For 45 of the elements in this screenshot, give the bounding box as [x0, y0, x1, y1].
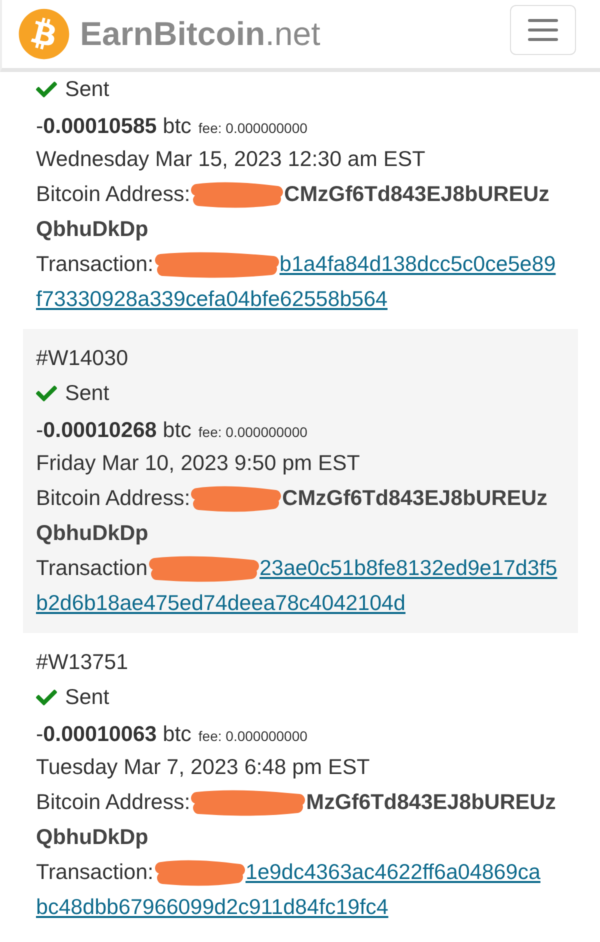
address-value: QbhuDkDp	[36, 824, 148, 851]
transaction-link[interactable]: b2d6b18ae475ed74deea78c4042104d	[36, 586, 406, 621]
scribble-icon	[154, 250, 280, 278]
scribble-icon	[190, 484, 282, 512]
amount-text: -0.00010585 btc	[36, 113, 192, 140]
transaction-link[interactable]: f73330928a339cefa04bfe62558b564	[36, 282, 388, 317]
withdrawal-id: #W14030	[36, 345, 128, 372]
fee-text: fee: 0.000000000	[198, 119, 308, 138]
menu-button[interactable]	[510, 5, 576, 55]
menu-icon	[528, 19, 558, 41]
address-value: MzGf6Td843EJ8bUREUz	[306, 789, 556, 816]
coin-logo-icon	[18, 8, 70, 60]
date-text: Friday Mar 10, 2023 9:50 pm EST	[36, 450, 360, 477]
transaction-link[interactable]: b1a4fa84d138dcc5c0ce5e89	[280, 247, 556, 282]
scribble-icon	[190, 788, 306, 816]
address-value: CMzGf6Td843EJ8bUREUz	[284, 181, 550, 208]
status-text: Sent	[65, 684, 110, 711]
address-label: Bitcoin Address:	[36, 485, 190, 512]
scribble-icon	[190, 180, 284, 208]
fee-text: fee: 0.000000000	[198, 727, 308, 746]
status-text: Sent	[65, 76, 110, 103]
transaction-link[interactable]: bc48dbb67966099d2c911d84fc19fc4	[36, 890, 388, 925]
status-text: Sent	[65, 380, 110, 407]
transaction-label: Transaction:	[36, 251, 154, 278]
transaction-link[interactable]: 1e9dc4363ac4622ff6a04869ca	[246, 855, 540, 890]
transaction-label: Transaction	[36, 555, 148, 582]
withdrawal-id: #W13751	[36, 649, 128, 676]
fee-text: fee: 0.000000000	[198, 423, 308, 442]
address-value: CMzGf6Td843EJ8bUREUz	[282, 485, 548, 512]
address-label: Bitcoin Address:	[36, 789, 190, 816]
amount-text: -0.00010268 btc	[36, 417, 192, 444]
check-icon	[36, 79, 57, 100]
transaction-label: Transaction:	[36, 859, 154, 886]
check-icon	[36, 383, 57, 404]
address-value: QbhuDkDp	[36, 520, 148, 547]
site-logo[interactable]: EarnBitcoin.net	[18, 8, 320, 60]
check-icon	[36, 687, 57, 708]
address-value: QbhuDkDp	[36, 216, 148, 243]
scribble-icon	[154, 858, 246, 886]
date-text: Wednesday Mar 15, 2023 12:30 am EST	[36, 146, 426, 173]
date-text: Tuesday Mar 7, 2023 6:48 pm EST	[36, 754, 370, 781]
scribble-icon	[148, 554, 260, 582]
address-label: Bitcoin Address:	[36, 181, 190, 208]
amount-text: -0.00010063 btc	[36, 721, 192, 748]
transaction-link[interactable]: 23ae0c51b8fe8132ed9e17d3f5	[260, 551, 558, 586]
